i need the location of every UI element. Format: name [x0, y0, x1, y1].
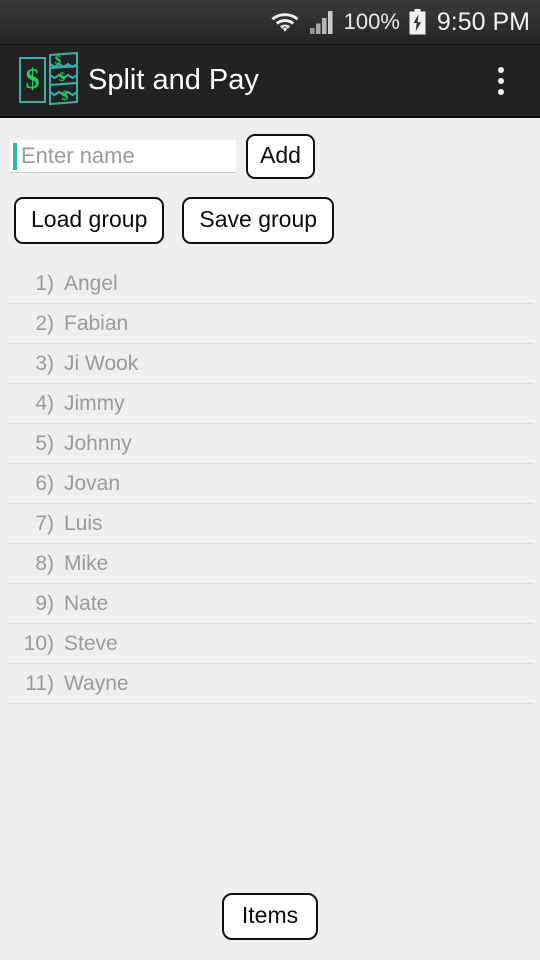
status-bar-clock: 9:50 PM [436, 7, 530, 36]
list-item-index: 7) [35, 512, 54, 535]
list-item[interactable]: 5) Johnny [8, 424, 532, 464]
list-item[interactable]: 9) Nate [8, 584, 532, 624]
list-item-name: Ji Wook [64, 352, 139, 375]
list-item[interactable]: 6) Jovan [8, 464, 532, 504]
overflow-dot [498, 88, 504, 95]
list-item[interactable]: 8) Mike [8, 544, 532, 584]
list-item-name: Mike [64, 552, 109, 575]
add-button[interactable]: Add [246, 134, 315, 179]
list-item-index: 3) [35, 352, 54, 375]
list-item[interactable]: 4) Jimmy [8, 384, 532, 424]
name-entry-row: Enter name Add [0, 118, 540, 179]
list-item-name: Jovan [64, 472, 121, 495]
save-group-button[interactable]: Save group [182, 197, 335, 244]
app-root: 100% 9:50 PM $ $ $ $ Split and Pay Enter… [0, 0, 540, 960]
list-item-index: 8) [35, 552, 54, 575]
svg-text:$: $ [55, 52, 62, 67]
group-actions-row: Load group Save group [0, 179, 540, 244]
status-bar: 100% 9:50 PM [0, 0, 540, 45]
overflow-dot [498, 66, 504, 73]
svg-text:$: $ [59, 69, 66, 84]
list-item-name: Angel [64, 272, 118, 295]
list-item-index: 10) [23, 632, 54, 655]
wifi-icon [270, 9, 300, 35]
svg-text:$: $ [26, 64, 40, 95]
list-item-index: 4) [35, 392, 54, 415]
names-list: 1) Angel 2) Fabian 3) Ji Wook 4) Jimmy 5) Johnny 6… [0, 264, 540, 704]
cellular-signal-icon [309, 9, 335, 35]
list-item-name: Johnny [64, 432, 132, 455]
load-group-button[interactable]: Load group [14, 197, 165, 244]
action-bar: $ $ $ $ Split and Pay [0, 45, 540, 118]
list-item[interactable]: 11) Wayne [8, 664, 532, 704]
list-item-index: 5) [35, 432, 54, 455]
list-item-name: Steve [64, 632, 118, 655]
list-item-index: 1) [35, 272, 54, 295]
list-item-name: Nate [64, 592, 109, 615]
list-item-name: Wayne [64, 672, 129, 695]
main-content: Enter name Add Load group Save group 1) A… [0, 118, 540, 960]
list-item[interactable]: 2) Fabian [8, 304, 532, 344]
list-item[interactable]: 7) Luis [8, 504, 532, 544]
name-input-placeholder: Enter name [21, 143, 135, 168]
footer-bar: Items [0, 893, 540, 960]
overflow-dot [498, 77, 504, 84]
list-item-name: Luis [64, 512, 103, 535]
app-title: Split and Pay [88, 64, 259, 96]
text-caret [13, 143, 17, 170]
status-bar-icons: 100% 9:50 PM [270, 9, 530, 35]
list-item-name: Jimmy [64, 392, 125, 415]
list-item[interactable]: 3) Ji Wook [8, 344, 532, 384]
list-item[interactable]: 1) Angel [8, 264, 532, 304]
svg-text:$: $ [62, 89, 69, 104]
list-item-index: 11) [25, 672, 54, 695]
battery-charging-icon [409, 9, 426, 35]
list-item-index: 6) [35, 472, 54, 495]
name-input[interactable]: Enter name [10, 140, 236, 173]
items-button[interactable]: Items [221, 893, 319, 940]
battery-percent-label: 100% [343, 9, 400, 34]
list-item-index: 9) [35, 592, 54, 615]
split-bill-logo-icon: $ $ $ $ [14, 50, 86, 112]
overflow-menu-icon[interactable] [478, 50, 524, 112]
list-item-name: Fabian [64, 312, 129, 335]
list-item[interactable]: 10) Steve [8, 624, 532, 664]
list-item-index: 2) [35, 312, 54, 335]
